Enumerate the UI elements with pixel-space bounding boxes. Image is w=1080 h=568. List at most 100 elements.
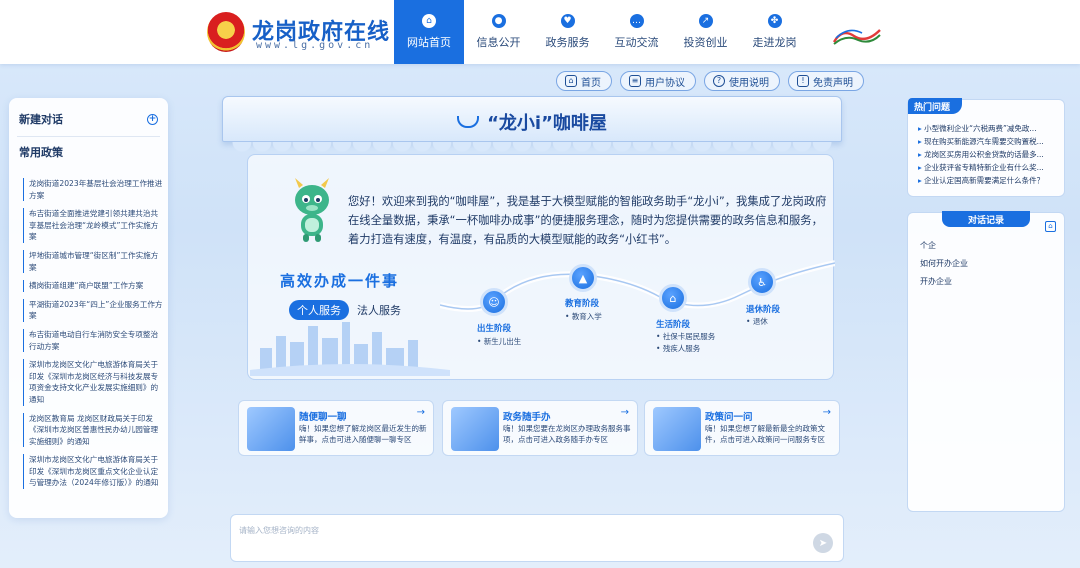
chat-input[interactable] xyxy=(239,521,799,539)
baby-icon[interactable]: ☺ xyxy=(480,288,508,316)
life-stage-flow-line xyxy=(440,260,835,312)
policy-list: 龙岗街道2023年基层社会治理工作推进方案 布吉街道全面推进党建引领共建共治共享… xyxy=(23,178,163,496)
policy-item[interactable]: 横岗街道组建“商户联盟”工作方案 xyxy=(23,280,163,292)
quick-service-illustration xyxy=(451,407,499,451)
policy-ask-card[interactable]: 政策问一问 嗨！如果您想了解最新最全的政策文件，点击可进入政策问一问服务专区 → xyxy=(644,400,840,456)
nav-label: 政务服务 xyxy=(545,36,590,49)
nav-label: 互动交流 xyxy=(614,36,659,49)
hot-questions-panel: 热门问题 小型微利企业“六税两费”减免政... 现在购买新能源汽车需要交购置税.… xyxy=(907,98,1065,197)
hot-question-item[interactable]: 小型微利企业“六税两费”减免政... xyxy=(918,122,1060,135)
policy-item[interactable]: 坪地街道城市管理“街区制”工作实施方案 xyxy=(23,249,163,274)
stage-birth-label[interactable]: 出生阶段 xyxy=(477,322,511,334)
home-link[interactable]: ⌂ 首页 xyxy=(556,71,612,91)
chat-input-bar: ➤ xyxy=(230,514,844,562)
chat-history-panel: 对话记录 ⌂ 个企 如何开办企业 开办企业 xyxy=(907,211,1065,512)
top-links: ⌂ 首页 ≡ 用户协议 ? 使用说明 ! 免责声明 xyxy=(556,71,864,91)
quick-service-card[interactable]: 政务随手办 嗨！如果您要在龙岗区办理政务服务事项，点击可进入政务随手办专区 → xyxy=(442,400,638,456)
policy-item[interactable]: 布吉街道电动自行车消防安全专项整治行动方案 xyxy=(23,328,163,353)
tab-corporate-service[interactable]: 法人服务 xyxy=(349,300,409,320)
policy-item[interactable]: 平湖街道2023年“四上”企业服务工作方案 xyxy=(23,298,163,322)
invest-icon: ↗ xyxy=(698,14,713,28)
policy-item[interactable]: 龙岗区教育局 龙岗区财政局关于印发《深圳市龙岗区普惠性民办幼儿园管理实施细则》的… xyxy=(23,412,163,448)
hot-questions-title: 热门问题 xyxy=(908,98,963,114)
graduation-cap-icon[interactable]: ▲ xyxy=(569,264,597,292)
nav-government-services[interactable]: ♥ 政务服务 xyxy=(533,0,602,64)
main-nav: ⌂ 网站首页 ● 信息公开 ♥ 政务服务 … 互动交流 ↗ 投资创业 ✤ 走进龙… xyxy=(394,0,809,64)
welcome-message: 您好！欢迎来到我的“咖啡屋”，我是基于大模型赋能的智能政务助手“龙小i”，我集成… xyxy=(348,195,827,246)
instructions-link[interactable]: ? 使用说明 xyxy=(704,71,780,91)
service-card-desc: 嗨！如果您想了解最新最全的政策文件，点击可进入政策问一问服务专区 xyxy=(705,424,825,444)
hot-question-item[interactable]: 现在购买新能源汽车需要交购置税... xyxy=(918,135,1060,148)
stage-retirement-item-text: 退休 xyxy=(752,317,768,326)
stage-retirement-item[interactable]: • 退休 xyxy=(746,316,768,327)
common-policies-title: 常用政策 xyxy=(19,146,63,159)
national-emblem-icon xyxy=(207,12,245,52)
stage-birth-item[interactable]: • 新生儿出生 xyxy=(477,336,521,347)
awning-scallops xyxy=(232,142,832,154)
history-item[interactable]: 如何开办企业 xyxy=(920,255,968,273)
stage-life-item[interactable]: • 残疾人服务 xyxy=(656,343,700,354)
history-item[interactable]: 开办企业 xyxy=(920,273,968,291)
casual-chat-card[interactable]: 随便聊一聊 嗨！如果您想了解龙岗区最近发生的新鲜事，点击可进入随便聊一聊专区 → xyxy=(238,400,434,456)
stage-education-item[interactable]: • 教育入学 xyxy=(565,311,602,322)
stage-life-item[interactable]: • 社保卡居民服务 xyxy=(656,331,715,342)
chat-icon: … xyxy=(629,14,644,28)
policy-item[interactable]: 深圳市龙岗区文化广电旅游体育局关于印发《深圳市龙岗区重点文化企业认定与管理办法（… xyxy=(23,454,163,490)
stage-life-label[interactable]: 生活阶段 xyxy=(656,318,690,330)
nav-about-longgang[interactable]: ✤ 走进龙岗 xyxy=(740,0,809,64)
left-sidebar: 新建对话 + 常用政策 龙岗街道2023年基层社会治理工作推进方案 布吉街道全面… xyxy=(9,98,168,518)
nav-info-disclosure[interactable]: ● 信息公开 xyxy=(464,0,533,64)
stage-education-label[interactable]: 教育阶段 xyxy=(565,297,599,309)
shield-icon: ! xyxy=(797,75,809,87)
instructions-label: 使用说明 xyxy=(729,77,769,89)
policy-item[interactable]: 深圳市龙岗区文化广电旅游体育局关于印发《深圳市龙岗区经济与科技发展专项资金支持文… xyxy=(23,359,163,406)
walking-icon[interactable]: ♿ xyxy=(748,268,776,296)
hot-question-item[interactable]: 龙岗区买房用公积金贷款的话最多... xyxy=(918,148,1060,161)
government-site-logo-icon[interactable] xyxy=(832,24,882,46)
nav-investment[interactable]: ↗ 投资创业 xyxy=(671,0,740,64)
house-icon[interactable]: ⌂ xyxy=(659,284,687,312)
nav-label: 投资创业 xyxy=(683,36,728,49)
home-icon[interactable]: ⌂ xyxy=(1045,221,1056,232)
nav-label: 网站首页 xyxy=(407,36,451,49)
nav-home[interactable]: ⌂ 网站首页 xyxy=(394,0,464,64)
service-card-title: 政策问一问 xyxy=(705,412,753,423)
hot-question-item[interactable]: 企业获评省专精特新企业有什么奖... xyxy=(918,161,1060,174)
plus-icon: + xyxy=(147,113,158,125)
policy-item[interactable]: 布吉街道全面推进党建引领共建共治共享基层社会治理“龙岭模式”工作实施方案 xyxy=(23,208,163,243)
cafe-title-text: “龙小i”咖啡屋 xyxy=(487,113,607,134)
policy-ask-illustration xyxy=(653,407,701,451)
info-icon: ● xyxy=(491,14,506,28)
slogan-title: 高效办成一件事 xyxy=(280,272,400,290)
stage-life-item-text: 残疾人服务 xyxy=(662,344,701,353)
hot-questions-list: 小型微利企业“六税两费”减免政... 现在购买新能源汽车需要交购置税... 龙岗… xyxy=(918,122,1060,187)
casual-chat-illustration xyxy=(247,407,295,451)
service-tabs: 个人服务 法人服务 xyxy=(289,300,409,320)
document-icon: ≡ xyxy=(629,75,641,87)
cafe-awning: “龙小i”咖啡屋 xyxy=(222,96,842,142)
home-icon: ⌂ xyxy=(422,14,436,28)
history-item[interactable]: 个企 xyxy=(920,237,968,255)
dragon-mascot-icon xyxy=(295,178,329,242)
help-icon: ? xyxy=(713,75,725,87)
heart-icon: ♥ xyxy=(560,14,575,28)
arrow-right-icon: → xyxy=(822,407,831,418)
disclaimer-link[interactable]: ! 免责声明 xyxy=(788,71,864,91)
send-icon[interactable]: ➤ xyxy=(813,533,833,553)
hot-question-item[interactable]: 企业认定国高新需要满足什么条件？ xyxy=(918,174,1060,187)
nav-interaction[interactable]: … 互动交流 xyxy=(602,0,671,64)
chat-history-title: 对话记录 xyxy=(942,211,1030,227)
service-card-desc: 嗨！如果您想了解龙岗区最近发生的新鲜事，点击可进入随便聊一聊专区 xyxy=(299,424,427,444)
user-agreement-link[interactable]: ≡ 用户协议 xyxy=(620,71,696,91)
stage-life-item-text: 社保卡居民服务 xyxy=(662,332,716,341)
nav-label: 信息公开 xyxy=(476,36,521,49)
stage-retirement-label[interactable]: 退休阶段 xyxy=(746,303,780,315)
arrow-right-icon: → xyxy=(620,407,629,418)
policy-item[interactable]: 龙岗街道2023年基层社会治理工作推进方案 xyxy=(23,178,163,202)
service-card-desc: 嗨！如果您要在龙岗区办理政务服务事项，点击可进入政务随手办专区 xyxy=(503,424,631,444)
home-link-label: 首页 xyxy=(581,77,601,89)
user-agreement-label: 用户协议 xyxy=(645,77,685,89)
service-card-title: 随便聊一聊 xyxy=(299,412,347,423)
tab-personal-service[interactable]: 个人服务 xyxy=(289,300,349,320)
new-chat-button[interactable]: 新建对话 + xyxy=(9,108,168,130)
